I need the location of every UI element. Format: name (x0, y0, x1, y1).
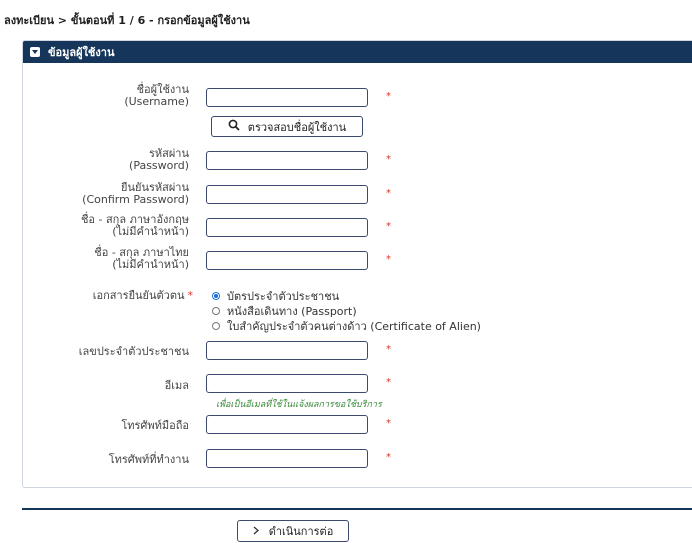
next-button-label: ดำเนินการต่อ (268, 525, 334, 538)
mobile-input[interactable] (206, 415, 368, 434)
radio[interactable] (212, 322, 220, 330)
name-en-label: ชื่อ - สกุล ภาษาอังกฤษ (ไม่มีคำนำหน้า) (80, 213, 189, 238)
email-input[interactable] (206, 374, 368, 393)
confirm-password-input[interactable] (206, 185, 368, 204)
name-th-label: ชื่อ - สกุล ภาษาไทย (ไม่มีคำนำหน้า) (94, 246, 189, 271)
confirm-password-label: ยืนยันรหัสผ่าน (Confirm Password) (82, 181, 189, 206)
password-label: รหัสผ่าน (Password) (129, 147, 189, 172)
required-mark: * (386, 254, 391, 265)
document-label: เอกสารยืนยันตัวตน * (92, 289, 193, 302)
search-icon (228, 119, 240, 134)
required-mark: * (386, 221, 391, 232)
radio[interactable] (212, 307, 220, 315)
name-en-input[interactable] (206, 218, 368, 237)
work-phone-input[interactable] (206, 449, 368, 468)
chevron-right-icon (253, 525, 259, 538)
required-mark: * (386, 418, 391, 429)
divider (22, 508, 692, 510)
breadcrumb: ลงทะเบียน > ขั้นตอนที่ 1 / 6 - กรอกข้อมู… (4, 14, 250, 27)
password-input[interactable] (206, 151, 368, 170)
username-label: ชื่อผู้ใช้งาน (Username) (124, 83, 189, 108)
document-option-alien-certificate[interactable]: ใบสำคัญประจำตัวคนต่างด้าว (Certificate o… (212, 317, 481, 335)
email-hint: เพื่อเป็นอีเมลที่ใช้ในแจ้งผลการขอใช้บริก… (216, 400, 382, 410)
required-mark: * (386, 452, 391, 463)
required-mark: * (386, 377, 391, 388)
collapse-icon[interactable] (30, 47, 40, 57)
check-username-button[interactable]: ตรวจสอบชื่อผู้ใช้งาน (211, 116, 363, 137)
radio-selected[interactable] (212, 292, 220, 300)
name-th-input[interactable] (206, 251, 368, 270)
id-number-input[interactable] (206, 341, 368, 360)
required-mark: * (386, 154, 391, 165)
work-phone-label: โทรศัพท์ที่ทำงาน (108, 453, 189, 466)
check-username-label: ตรวจสอบชื่อผู้ใช้งาน (247, 120, 347, 134)
username-input[interactable] (206, 88, 368, 107)
panel-header[interactable]: ข้อมูลผู้ใช้งาน (23, 41, 692, 63)
email-label: อีเมล (164, 379, 189, 392)
panel-title: ข้อมูลผู้ใช้งาน (48, 46, 115, 59)
next-button[interactable]: ดำเนินการต่อ (237, 520, 349, 542)
required-mark: * (386, 188, 391, 199)
required-mark: * (386, 91, 391, 102)
mobile-label: โทรศัพท์มือถือ (121, 419, 189, 432)
required-mark: * (386, 344, 391, 355)
id-number-label: เลขประจำตัวประชาชน (78, 345, 189, 358)
